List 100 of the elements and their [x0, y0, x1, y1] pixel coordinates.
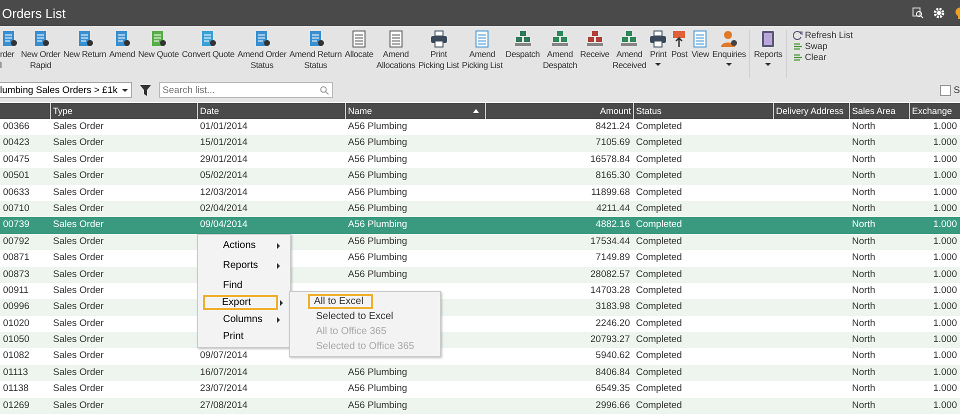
table-cell: Completed [633, 332, 773, 348]
row-number-cell[interactable]: 00501 [0, 168, 50, 185]
search-icon[interactable] [912, 7, 924, 19]
toolbar-button[interactable]: Amend [108, 30, 137, 60]
table-cell: A56 Plumbing [345, 200, 485, 218]
menu-item[interactable]: Reports [201, 258, 287, 273]
table-cell-text: 1.000 [932, 382, 958, 396]
list-action-button[interactable]: Clear [792, 52, 853, 62]
toolbar-button[interactable]: Reports [752, 30, 784, 66]
toolbar-button[interactable]: Allocate [343, 30, 375, 60]
table-cell-text: A56 Plumbing [347, 251, 408, 266]
table-cell-text: North [851, 251, 876, 266]
toolbar-button[interactable]: Receive [578, 30, 611, 60]
table-cell: 1.000 [909, 234, 960, 250]
row-number-cell[interactable]: 01138 [0, 381, 50, 398]
table-cell-text: Completed [635, 316, 683, 331]
row-number-cell[interactable]: 00633 [0, 184, 50, 201]
toolbar-button[interactable]: New Quote [136, 30, 180, 60]
toolbar-button[interactable]: View [690, 30, 711, 60]
table-cell-text: 1.000 [932, 251, 958, 266]
list-action-button[interactable]: Swap [792, 41, 853, 51]
table-cell-text: 01/01/2014 [199, 120, 249, 134]
table-cell: Sales Order [50, 135, 197, 152]
list-action-button[interactable]: Refresh List [792, 30, 853, 40]
boxes-icon [586, 30, 604, 48]
menu-item[interactable]: Selected to Excel [310, 309, 400, 324]
row-number-cell[interactable]: 00475 [0, 152, 50, 168]
table-cell-text: A56 Plumbing [347, 382, 408, 396]
table-cell: 17534.44 [485, 234, 633, 250]
menu-item[interactable]: Find [201, 278, 287, 293]
toolbar-button[interactable]: Amend Order Status [236, 30, 288, 71]
row-number-cell[interactable]: 01020 [0, 316, 50, 332]
search-field[interactable]: Search list... [158, 82, 332, 98]
row-number-cell[interactable]: 00366 [0, 119, 50, 136]
column-header[interactable]: Date [197, 103, 345, 119]
row-number-cell[interactable]: 01082 [0, 348, 50, 365]
table-cell-text: 14703.28 [589, 284, 631, 298]
table-cell: 7105.69 [485, 135, 633, 152]
column-header[interactable]: Amount [485, 103, 633, 119]
filter-icon[interactable] [140, 84, 150, 96]
checkbox-label: S [954, 84, 960, 96]
table-cell-text: A56 Plumbing [347, 120, 408, 134]
toolbar-button[interactable]: New Order Rapid [20, 30, 62, 71]
table-cell-text: Sales Order [52, 152, 105, 167]
document-icon [0, 30, 18, 48]
table-cell-text: 8421.24 [594, 120, 631, 134]
row-number-cell[interactable]: 00710 [0, 200, 50, 218]
toolbar-button[interactable]: Amend Allocations [374, 30, 417, 71]
table-cell: Completed [633, 266, 773, 283]
table-cell: Sales Order [50, 299, 197, 316]
table-cell: 20793.27 [485, 332, 633, 348]
boxes-icon [550, 30, 569, 48]
menu-item[interactable]: Actions [201, 238, 287, 253]
table-cell: Sales Order [50, 234, 197, 250]
table-cell: North [849, 364, 909, 382]
lightbulb-icon[interactable] [954, 7, 960, 19]
row-number-cell[interactable]: 00423 [0, 135, 50, 152]
toolbar-button[interactable]: Post [668, 30, 690, 60]
toolbar-button[interactable]: Amend Return Status [288, 30, 344, 71]
menu-item[interactable]: Columns [201, 312, 287, 327]
row-number-cell[interactable]: 00873 [0, 266, 50, 283]
toolbar-button[interactable]: rder l [0, 30, 20, 71]
menu-item[interactable]: Print [201, 329, 287, 344]
column-header[interactable]: Status [633, 103, 773, 119]
column-header[interactable]: Sales Area [849, 103, 909, 119]
menu-item[interactable]: All to Excel [308, 294, 374, 309]
toolbar-button[interactable]: New Return [62, 30, 108, 60]
row-number-cell[interactable]: 01269 [0, 398, 50, 414]
row-number-cell[interactable]: 00911 [0, 282, 50, 300]
table-cell-text: 16578.84 [589, 152, 631, 167]
table-cell-text: Sales Order [52, 186, 105, 200]
toolbar-button[interactable]: Convert Quote [180, 30, 236, 60]
column-header[interactable]: Name [345, 103, 485, 119]
row-number-cell[interactable]: 00871 [0, 250, 50, 267]
view-dropdown[interactable]: lumbing Sales Orders > £1k [0, 82, 132, 98]
table-cell: North [849, 168, 909, 185]
search-icon [320, 86, 328, 95]
toolbar-button[interactable]: Amend Received [610, 30, 648, 71]
toolbar-button[interactable]: Despatch [504, 30, 542, 60]
refresh-icon [792, 30, 803, 40]
settings-icon[interactable] [933, 7, 945, 19]
toolbar-button[interactable]: Print Picking List [416, 30, 460, 71]
row-number-cell[interactable]: 00792 [0, 234, 50, 250]
toolbar-button[interactable]: Amend Picking List [460, 30, 504, 71]
row-number-cell[interactable]: 01050 [0, 332, 50, 348]
toolbar-button[interactable]: Enquiries [710, 30, 748, 66]
table-cell: A56 Plumbing [345, 398, 485, 414]
checkbox[interactable] [940, 84, 951, 96]
row-number-cell[interactable]: 01113 [0, 364, 50, 382]
table-cell: A56 Plumbing [345, 168, 485, 185]
table-cell: 1.000 [909, 398, 960, 414]
row-number-cell[interactable]: 00996 [0, 299, 50, 316]
table-cell: 1.000 [909, 200, 960, 218]
toolbar-button[interactable]: Print [648, 30, 669, 66]
column-header[interactable]: Type [50, 103, 197, 119]
table-cell: Completed [633, 217, 773, 234]
column-header[interactable]: Exchange [909, 103, 960, 119]
toolbar-button[interactable]: Amend Despatch [541, 30, 579, 71]
column-header[interactable]: Delivery Address [773, 103, 849, 119]
table-cell: North [849, 332, 909, 348]
